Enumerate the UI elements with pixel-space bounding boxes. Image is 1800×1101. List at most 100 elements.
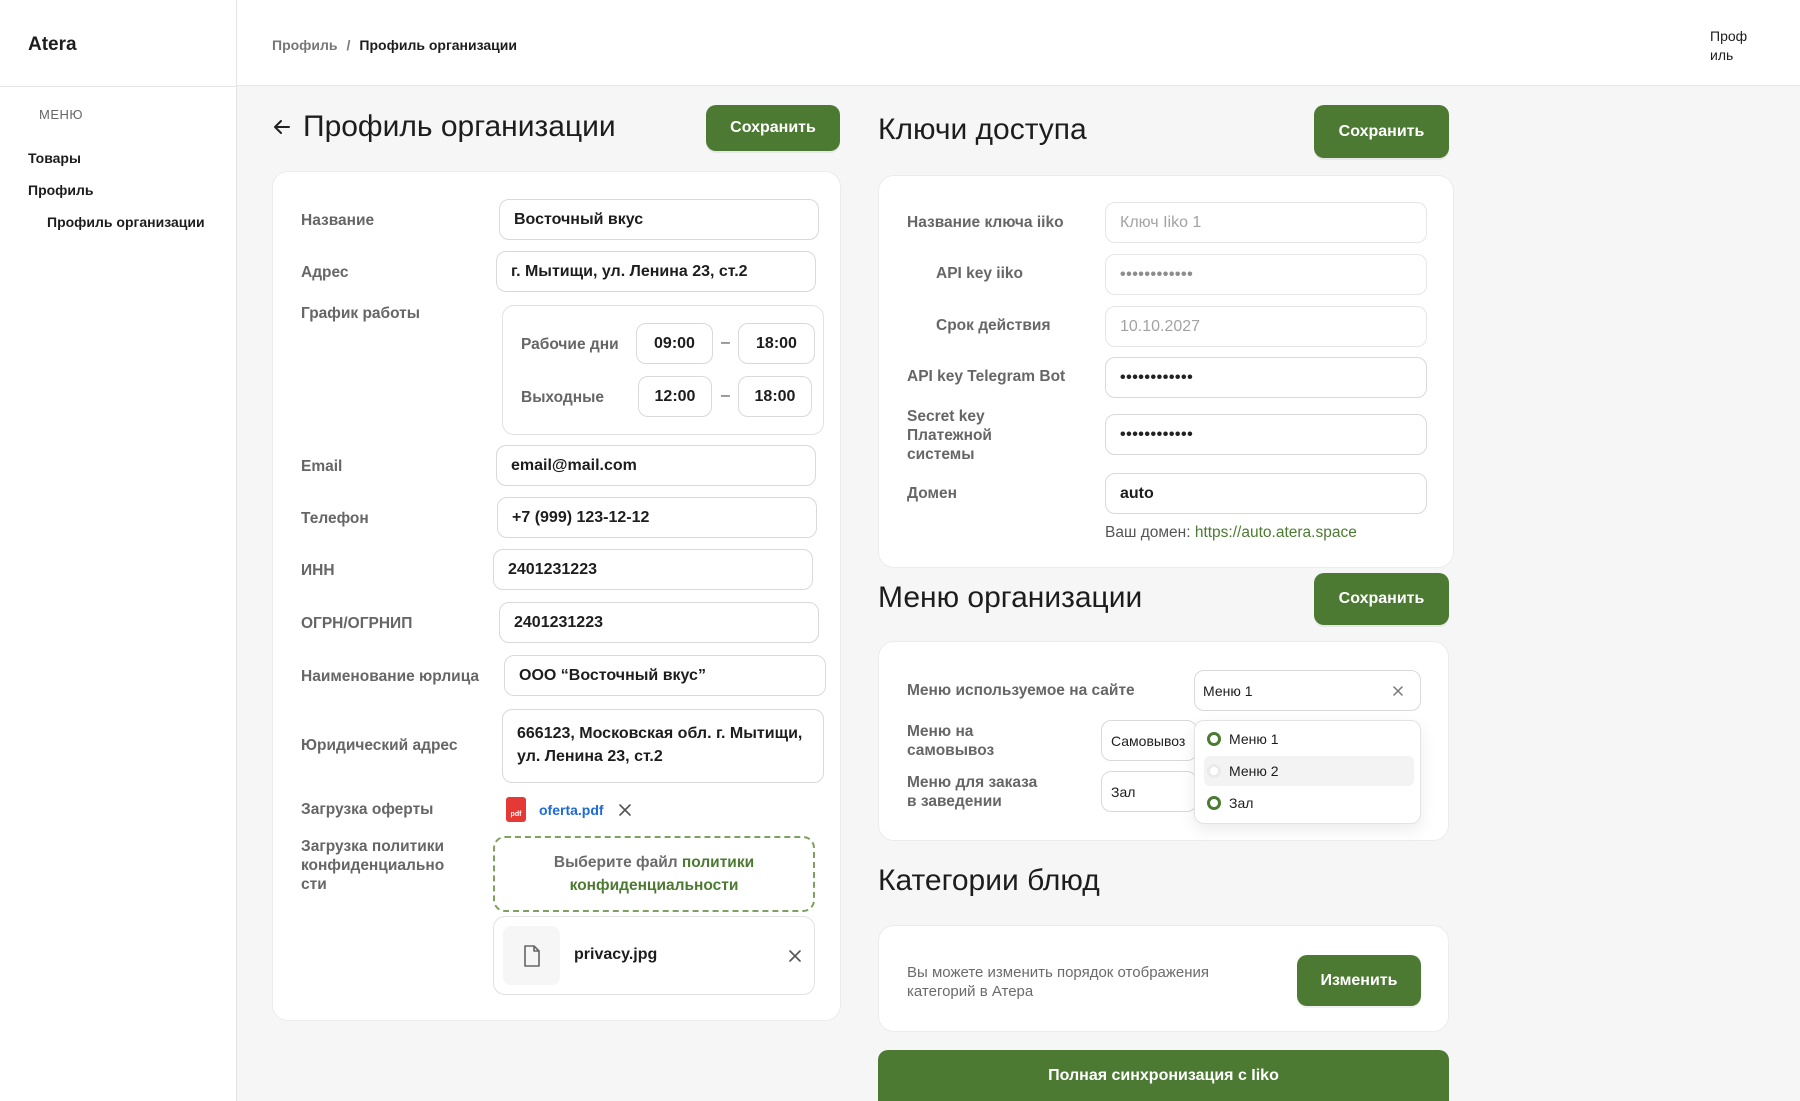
phone-field[interactable]: +7 (999) 123-12-12 [497,497,817,538]
save-org-button[interactable]: Сохранить [706,105,840,151]
name-label: Название [301,212,375,229]
address-label: Адрес [301,264,349,281]
profile-menu[interactable]: Проф иль [1710,27,1762,65]
inn-label: ИНН [301,562,335,579]
domain-hint-prefix: Ваш домен: [1105,524,1195,541]
legal-address-label: Юридический адрес [301,737,458,754]
full-sync-button[interactable]: Полная синхронизация с Iiko [878,1050,1449,1101]
pdf-file-icon: pdf [506,797,526,822]
pickup-label-line-1: Меню на [907,723,974,740]
schedule-label: График работы [301,305,421,322]
menu-section-title: МЕНЮ [39,107,84,122]
privacy-dropzone[interactable]: Выберите файл политики конфиденциальности [493,836,815,912]
remove-privacy-close-icon[interactable] [788,949,802,963]
radio-checked-icon [1207,796,1221,810]
file-icon [524,945,540,967]
privacy-file-name: privacy.jpg [574,946,658,963]
domain-field[interactable]: auto [1105,473,1427,514]
categories-card: Вы можете изменить порядок отображения к… [878,925,1449,1032]
telegram-key-label: API key Telegram Bot [907,368,1066,385]
dropzone-link-1[interactable]: политики [682,854,754,871]
hall-label-line-2: в заведении [907,793,1002,810]
option-label: Меню 1 [1229,731,1279,747]
org-menu-title: Меню организации [878,581,1143,614]
email-label: Email [301,458,343,475]
site-menu-label: Меню используемое на сайте [907,682,1135,699]
privacy-label: Загрузка политики конфиденциально сти [301,837,444,894]
payment-secret-label: Secret key Платежной системы [907,407,992,464]
hall-label-line-1: Меню для заказа [907,774,1038,791]
brand-logo[interactable]: Atera [28,34,77,56]
sidebar: Atera МЕНЮ Товары Профиль Профиль органи… [0,0,237,1101]
offer-label: Загрузка оферты [301,801,434,818]
file-icon-box [503,926,560,985]
ogrn-field[interactable]: 2401231223 [499,602,819,643]
sidebar-item-products[interactable]: Товары [28,150,81,166]
weekends-from-field[interactable]: 12:00 [638,376,712,417]
iiko-api-key-label: API key iiko [936,265,1024,282]
legal-address-field[interactable]: 666123, Московская обл. г. Мытищи, ул. Л… [502,709,824,783]
categories-text-line-1: Вы можете изменить порядок отображения [907,964,1210,981]
option-label: Меню 2 [1229,763,1279,779]
legal-address-line-1: 666123, Московская обл. г. Мытищи, [517,725,803,742]
radio-checked-icon [1207,732,1221,746]
breadcrumb-current: Профиль организации [359,37,517,53]
workdays-label: Рабочие дни [521,336,619,353]
hall-menu-select[interactable]: Зал [1101,771,1197,812]
access-keys-card: Название ключа iiko Ключ Iiko 1 API key … [878,175,1454,568]
pickup-label-line-2: самовывоз [907,742,995,759]
dropdown-option-menu-2[interactable]: Меню 2 [1204,756,1414,786]
legal-address-line-2: ул. Ленина 23, ст.2 [517,748,663,765]
org-profile-title: Профиль организации [303,110,616,143]
payment-secret-field[interactable]: •••••••••••• [1105,414,1427,455]
iiko-api-key-field[interactable]: •••••••••••• [1105,254,1427,295]
breadcrumb-parent[interactable]: Профиль [272,37,338,53]
menu-dropdown: Меню 1 Меню 2 Зал [1194,720,1421,824]
domain-hint: Ваш домен: https://auto.atera.space [1105,524,1357,542]
breadcrumb: Профиль / Профиль организации [272,37,517,53]
categories-title: Категории блюд [878,864,1100,897]
pickup-menu-select[interactable]: Самовывоз [1101,720,1197,761]
sidebar-divider [0,86,237,87]
workdays-from-field[interactable]: 09:00 [636,323,713,364]
access-keys-title: Ключи доступа [878,113,1087,146]
dropdown-option-hall[interactable]: Зал [1204,788,1414,818]
weekends-to-field[interactable]: 18:00 [738,376,812,417]
workdays-to-field[interactable]: 18:00 [738,323,815,364]
phone-label: Телефон [301,510,369,527]
privacy-file-item: privacy.jpg [493,916,815,995]
validity-field[interactable]: 10.10.2027 [1105,306,1427,347]
remove-offer-close-icon[interactable] [618,803,632,817]
email-field[interactable]: email@mail.com [496,445,816,486]
payment-label-line-2: Платежной [907,427,992,444]
name-field[interactable]: Восточный вкус [499,199,819,240]
legal-name-label: Наименование юрлица [301,668,480,685]
privacy-label-line-3: сти [301,876,327,893]
dropzone-prefix: Выберите файл [553,854,682,871]
site-menu-select[interactable]: Меню 1 [1194,670,1421,711]
change-order-button[interactable]: Изменить [1297,955,1421,1006]
dropzone-link-2[interactable]: конфиденциальности [570,877,739,894]
offer-file-link[interactable]: oferta.pdf [539,802,604,818]
sidebar-item-profile[interactable]: Профиль [28,182,94,198]
save-keys-button[interactable]: Сохранить [1314,105,1449,158]
sidebar-item-org-profile[interactable]: Профиль организации [47,214,205,230]
legal-name-field[interactable]: ООО “Восточный вкус” [504,655,826,696]
workdays-dash: – [721,334,730,351]
domain-link[interactable]: https://auto.atera.space [1195,524,1357,541]
categories-text-line-2: категорий в Атера [907,983,1034,1000]
clear-select-close-icon[interactable] [1392,685,1404,697]
site-menu-value: Меню 1 [1203,682,1253,699]
iiko-key-name-field[interactable]: Ключ Iiko 1 [1105,202,1427,243]
back-arrow-icon[interactable] [272,117,292,137]
dropdown-option-menu-1[interactable]: Меню 1 [1204,724,1414,754]
privacy-label-line-1: Загрузка политики [301,838,445,855]
inn-field[interactable]: 2401231223 [493,549,813,590]
save-menu-button[interactable]: Сохранить [1314,573,1449,625]
payment-label-line-1: Secret key [907,408,985,425]
address-field[interactable]: г. Мытищи, ул. Ленина 23, ст.2 [496,251,816,292]
telegram-key-field[interactable]: •••••••••••• [1105,357,1427,398]
categories-description: Вы можете изменить порядок отображения к… [907,963,1209,1001]
weekends-label: Выходные [521,389,604,406]
schedule-box: Рабочие дни 09:00 – 18:00 Выходные 12:00… [502,305,824,435]
